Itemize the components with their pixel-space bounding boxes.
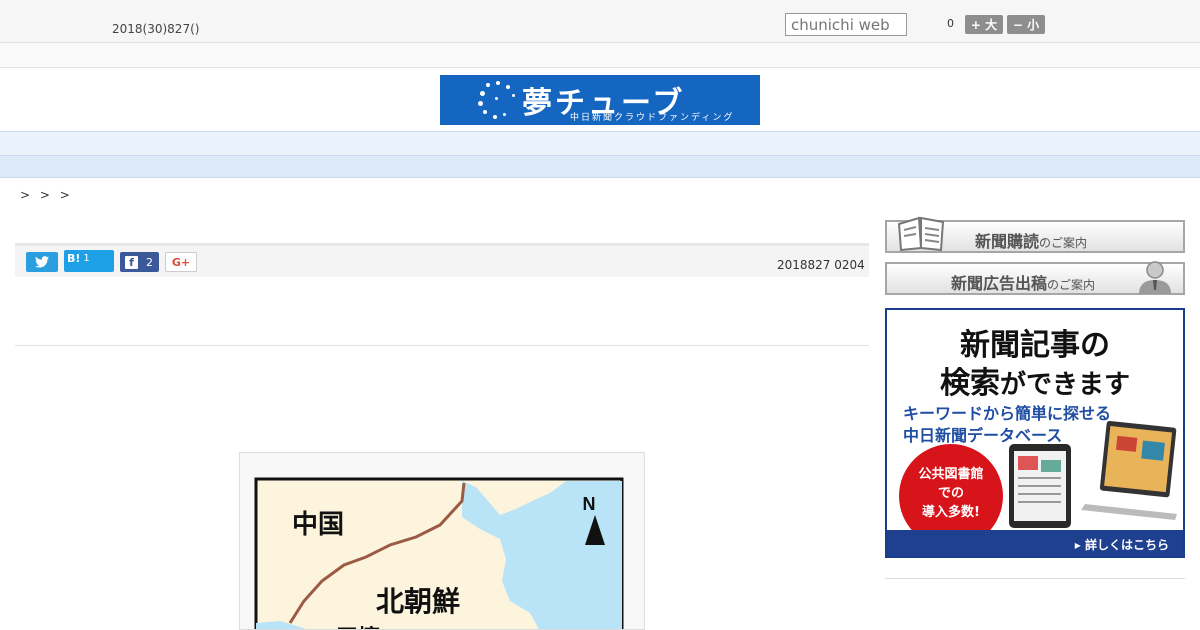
subscribe-info-button[interactable]: 新聞購読のご案内 xyxy=(885,216,1185,253)
banner-line-2: 検索ができます xyxy=(887,358,1183,402)
font-larger-button[interactable]: + 大 xyxy=(965,15,1003,34)
banner-badge-line-2: での xyxy=(937,485,964,501)
newspaper-icon xyxy=(897,216,945,252)
advertising-info-button[interactable]: 新聞広告出稿のご案内 xyxy=(885,261,1185,295)
twitter-share-button[interactable] xyxy=(26,252,58,272)
businessman-icon xyxy=(1139,261,1171,294)
twitter-icon xyxy=(35,256,49,268)
main-nav xyxy=(0,131,1200,156)
banner-line-2-rest: ができます xyxy=(999,370,1130,400)
ad-main-label: 新聞広告出稿 xyxy=(951,274,1048,293)
share-bar: B! 1 f 2 G+ 2018827 0204 xyxy=(15,243,869,277)
google-plus-share-button[interactable]: G+ xyxy=(165,252,197,272)
breadcrumb[interactable]: > > > xyxy=(20,188,73,202)
banner-link-label: ▸ 詳しくはこちら xyxy=(1074,538,1169,552)
banner-badge-line-1: 公共図書館 xyxy=(918,467,984,482)
laptop-tablet-icon xyxy=(1009,420,1177,528)
banner-details-link[interactable]: ▸ 詳しくはこちら xyxy=(887,530,1183,556)
korea-map-graphic: N 中国 北朝鮮 平壌 xyxy=(254,477,624,630)
font-size-value: 0 xyxy=(947,17,954,30)
map-label-north-korea: 北朝鮮 xyxy=(376,585,460,618)
north-label: N xyxy=(583,494,596,514)
article-search-banner[interactable]: 新聞記事の 検索ができます キーワードから簡単に探せる 中日新聞データベース 公… xyxy=(885,308,1185,558)
banner-badge-line-3: 導入多数! xyxy=(922,504,980,520)
facebook-icon: f xyxy=(125,255,138,269)
sidebar-divider xyxy=(885,578,1185,579)
facebook-count: 2 xyxy=(146,255,153,269)
hatena-count: 1 xyxy=(83,252,90,264)
map-label-china: 中国 xyxy=(292,510,344,540)
sub-nav xyxy=(0,156,1200,178)
google-plus-icon: G+ xyxy=(171,255,191,269)
content-divider xyxy=(15,345,869,346)
yume-tube-logo[interactable]: 夢チューブ 中日新聞クラウドファンディング xyxy=(440,75,760,125)
hatena-bookmark-button[interactable]: B! 1 xyxy=(64,250,114,272)
ad-sub-label: のご案内 xyxy=(1047,278,1096,292)
facebook-share-button[interactable]: f 2 xyxy=(120,252,159,272)
sub-bar xyxy=(0,43,1200,68)
banner-line-2-bold: 検索 xyxy=(939,366,1000,401)
map-label-city: 平壌 xyxy=(336,625,381,630)
publish-date: 2018827 0204 xyxy=(777,258,865,272)
top-bar: 2018(30)827() 0 + 大 − 小 xyxy=(0,0,1200,43)
article-map-image: N 中国 北朝鮮 平壌 xyxy=(239,452,645,630)
search-input[interactable] xyxy=(785,13,907,36)
header-date: 2018(30)827() xyxy=(112,22,200,36)
font-smaller-button[interactable]: − 小 xyxy=(1007,15,1045,34)
logo-subtitle: 中日新聞クラウドファンディング xyxy=(570,113,735,123)
subscribe-main-label: 新聞購読 xyxy=(975,232,1040,251)
subscribe-sub-label: のご案内 xyxy=(1039,236,1088,250)
hatena-icon: B! xyxy=(67,251,81,265)
